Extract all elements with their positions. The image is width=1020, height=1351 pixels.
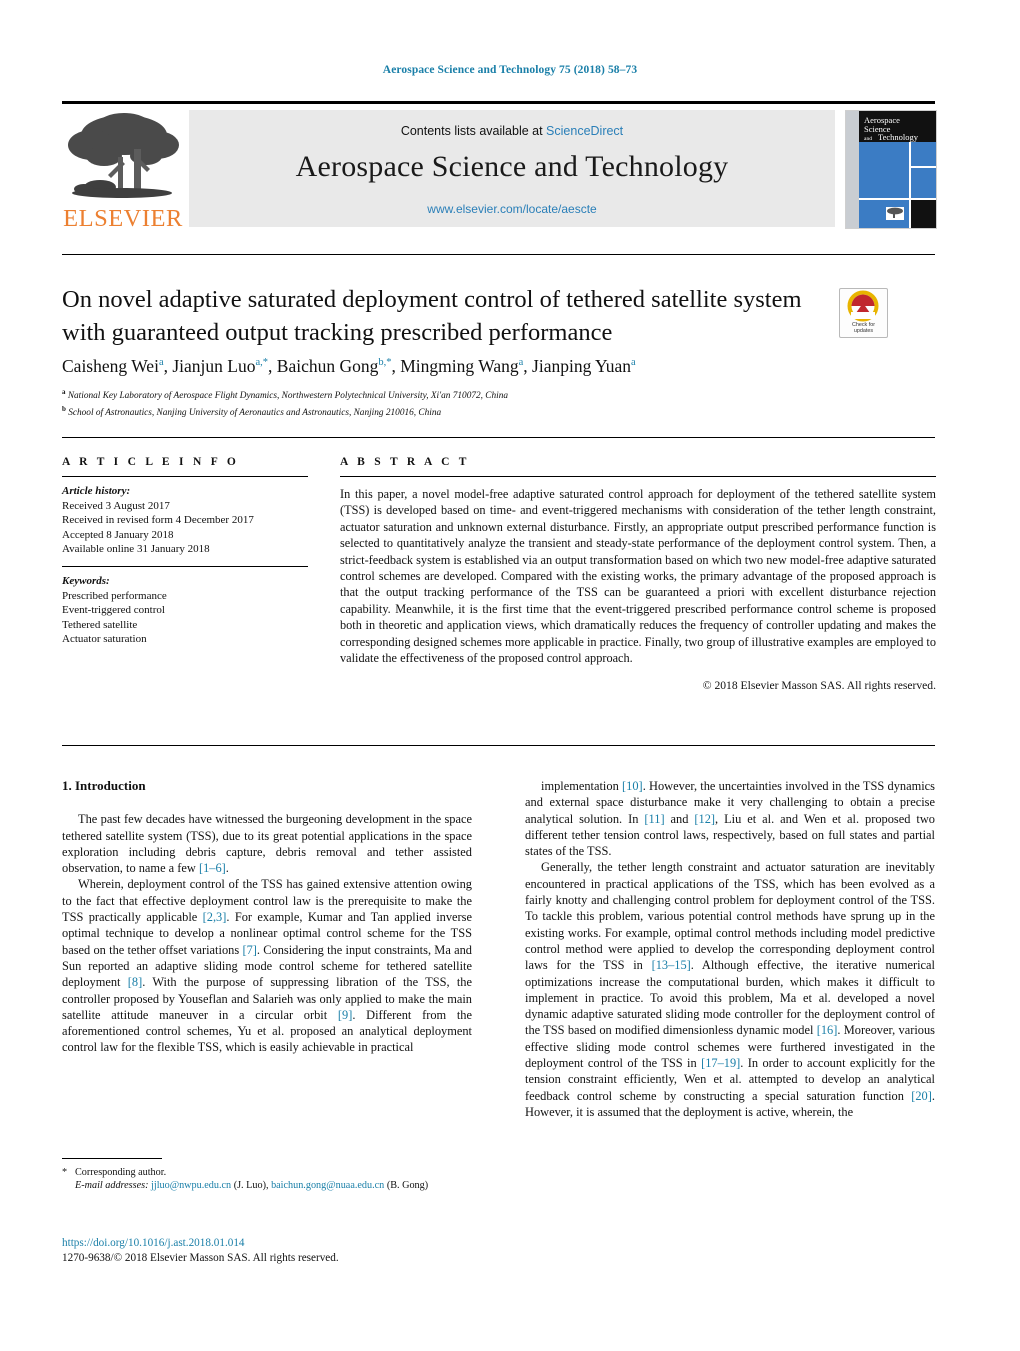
elsevier-wordmark: ELSEVIER: [63, 205, 183, 232]
crossmark-badge[interactable]: Check for updates: [839, 288, 888, 338]
cover-title-line-3: and: [864, 136, 872, 142]
elsevier-tree-icon: [68, 113, 179, 198]
affiliation-list: a National Key Laboratory of Aerospace F…: [62, 386, 862, 419]
affiliation-text-b: School of Astronautics, Nanjing Universi…: [68, 407, 442, 418]
article-history-box: Article history: Received 3 August 2017 …: [62, 476, 308, 557]
email-person-2: (B. Gong): [386, 1180, 429, 1192]
paper-page: Aerospace Science and Technology 75 (201…: [0, 0, 1020, 1351]
email-note: E-mail addresses: jjluo@nwpu.edu.cn (J. …: [75, 1180, 429, 1192]
abstract-text: In this paper, a novel model-free adapti…: [340, 487, 936, 666]
doi-link[interactable]: https://doi.org/10.1016/j.ast.2018.01.01…: [62, 1236, 502, 1251]
masthead-banner: Contents lists available at ScienceDirec…: [189, 110, 835, 227]
crossmark-label: Check for updates: [840, 322, 887, 334]
section-heading-introduction: 1. Introduction: [62, 778, 146, 793]
keyword-item: Prescribed performance: [62, 589, 167, 602]
abstract-copyright: © 2018 Elsevier Masson SAS. All rights r…: [702, 679, 936, 693]
email-link-1[interactable]: jjluo@nwpu.edu.cn: [151, 1180, 231, 1191]
keywords-label: Keywords:: [62, 574, 110, 587]
info-divider-bottom: [62, 745, 935, 746]
history-item: Received 3 August 2017: [62, 499, 170, 512]
journal-url-link[interactable]: www.elsevier.com/locate/aescte: [189, 202, 835, 216]
footnote-divider: [62, 1158, 162, 1159]
history-item: Accepted 8 January 2018: [62, 528, 174, 541]
article-info-column: Article history: Received 3 August 2017 …: [62, 476, 308, 647]
doi-block: https://doi.org/10.1016/j.ast.2018.01.01…: [62, 1236, 502, 1265]
email-link-2[interactable]: baichun.gong@nuaa.edu.cn: [271, 1180, 384, 1191]
footnote-block: * Corresponding author. E-mail addresses:…: [62, 1158, 472, 1192]
elsevier-logo: ELSEVIER: [62, 109, 182, 232]
keywords-box: Keywords: Prescribed performance Event-t…: [62, 565, 308, 647]
contents-prefix: Contents lists available at: [400, 124, 547, 138]
asterisk-icon: *: [62, 1167, 68, 1178]
abstract-heading: A B S T R A C T: [340, 456, 470, 468]
page-title: On novel adaptive saturated deployment c…: [62, 286, 802, 346]
cover-elsevier-mark: [886, 207, 904, 220]
corresponding-author-note: * Corresponding author.: [62, 1166, 472, 1179]
info-divider-top: [62, 437, 935, 438]
journal-masthead: ELSEVIER Contents lists available at Sci…: [62, 101, 937, 232]
abstract-column: In this paper, a novel model-free adapti…: [340, 476, 936, 692]
issn-copyright-line: 1270-9638/© 2018 Elsevier Masson SAS. Al…: [62, 1251, 339, 1264]
abstract-box: In this paper, a novel model-free adapti…: [340, 476, 936, 692]
corresponding-author-text: Corresponding author.: [75, 1167, 167, 1178]
affiliation-marker-b: b: [62, 404, 66, 413]
article-info-heading: A R T I C L E I N F O: [62, 456, 240, 468]
paragraph: Wherein, deployment control of the TSS h…: [62, 877, 472, 1055]
email-person-1: (J. Luo): [233, 1180, 266, 1192]
history-item: Available online 31 January 2018: [62, 543, 210, 556]
journal-title: Aerospace Science and Technology: [295, 150, 729, 183]
author-list: Caisheng Weia, Jianjun Luoa,*, Baichun G…: [62, 356, 636, 376]
journal-cover-art: Aerospace Science and Technology: [846, 111, 936, 228]
affiliation-b: b School of Astronautics, Nanjing Univer…: [62, 403, 862, 420]
contents-available-line: Contents lists available at ScienceDirec…: [189, 124, 835, 138]
body-column-left: 1. Introduction The past few decades hav…: [62, 778, 472, 1056]
paragraph: implementation [10]. However, the uncert…: [525, 779, 935, 859]
history-item: Received in revised form 4 December 2017: [62, 514, 254, 527]
affiliation-a: a National Key Laboratory of Aerospace F…: [62, 386, 862, 403]
keyword-item: Event-triggered control: [62, 604, 165, 617]
keyword-item: Tethered satellite: [62, 618, 138, 631]
affiliation-text-a: National Key Laboratory of Aerospace Fli…: [67, 391, 509, 402]
cover-title-line-4: Technology: [878, 132, 919, 142]
journal-cover-thumbnail: Aerospace Science and Technology: [845, 110, 937, 229]
email-label: E-mail addresses:: [75, 1180, 149, 1192]
article-history-label: Article history:: [62, 485, 131, 497]
keyword-item: Actuator saturation: [62, 633, 147, 646]
paragraph: The past few decades have witnessed the …: [62, 812, 472, 876]
body-column-right: implementation [10]. However, the uncert…: [525, 778, 935, 1120]
crossmark-icon: [847, 290, 879, 322]
title-divider: [62, 254, 935, 255]
crossmark-label-line2: updates: [853, 327, 874, 334]
paragraph: Generally, the tether length constraint …: [525, 860, 936, 1119]
running-head: Aerospace Science and Technology 75 (201…: [382, 64, 638, 76]
sciencedirect-link[interactable]: ScienceDirect: [546, 124, 623, 138]
affiliation-marker-a: a: [62, 388, 66, 396]
